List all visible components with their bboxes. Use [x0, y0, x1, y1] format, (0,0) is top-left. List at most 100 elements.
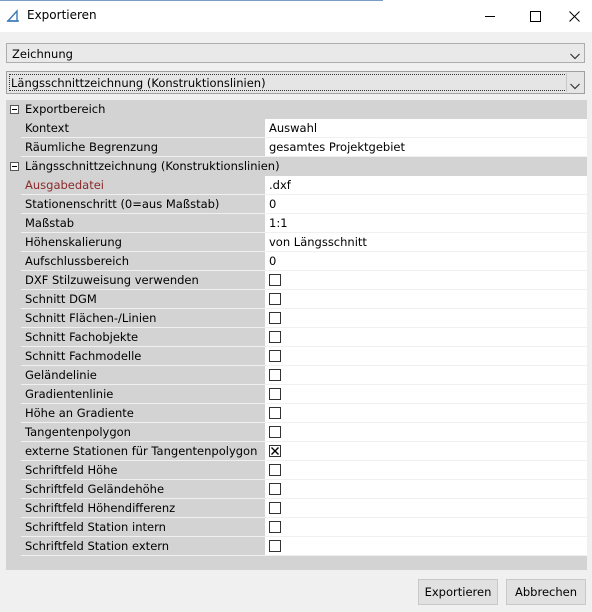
minimize-button[interactable] — [467, 0, 513, 32]
row-separator — [21, 555, 587, 556]
property-value-cell — [265, 499, 587, 517]
property-row-raeumliche-begrenzung[interactable]: Räumliche Begrenzung gesamtes Projektgeb… — [6, 138, 587, 157]
property-value[interactable]: 0 — [265, 252, 587, 270]
property-row-schnitt-flaechen-linien[interactable]: Schnitt Flächen-/Linien — [6, 309, 587, 328]
property-value[interactable]: Auswahl — [265, 119, 587, 137]
property-value[interactable]: 1:1 — [265, 214, 587, 232]
property-name: externe Stationen für Tangentenpolygon — [21, 442, 265, 460]
property-row-schriftfeld-hoehe[interactable]: Schriftfeld Höhe — [6, 461, 587, 480]
property-value-cell — [265, 366, 587, 384]
property-value-cell — [265, 480, 587, 498]
property-name: Gradientenlinie — [21, 385, 265, 403]
property-name: Kontext — [21, 119, 265, 137]
export-button[interactable]: Exportieren — [418, 579, 498, 605]
category-laengsschnittzeichnung[interactable]: Längsschnittzeichnung (Konstruktionslini… — [6, 157, 587, 176]
checkbox[interactable] — [269, 407, 281, 419]
property-row-aufschlussbereich[interactable]: Aufschlussbereich 0 — [6, 252, 587, 271]
property-name: Schriftfeld Höhendifferenz — [21, 499, 265, 517]
property-value[interactable]: gesamtes Projektgebiet — [265, 138, 587, 156]
collapse-icon[interactable] — [10, 105, 19, 114]
property-name: Schriftfeld Station intern — [21, 518, 265, 536]
property-name: DXF Stilzuweisung verwenden — [21, 271, 265, 289]
checkbox[interactable] — [269, 540, 281, 552]
checkbox[interactable] — [269, 502, 281, 514]
property-row-schnitt-dgm[interactable]: Schnitt DGM — [6, 290, 587, 309]
checkbox[interactable] — [269, 388, 281, 400]
property-name: Höhe an Gradiente — [21, 404, 265, 422]
checkbox[interactable] — [269, 426, 281, 438]
property-row-massstab[interactable]: Maßstab 1:1 — [6, 214, 587, 233]
property-value[interactable]: .dxf — [265, 176, 587, 194]
collapse-icon[interactable] — [10, 162, 19, 171]
property-name: Räumliche Begrenzung — [21, 138, 265, 156]
property-row-schnitt-fachmodelle[interactable]: Schnitt Fachmodelle — [6, 347, 587, 366]
property-row-ausgabedatei[interactable]: Ausgabedatei .dxf — [6, 176, 587, 195]
property-row-stationenschritt[interactable]: Stationenschritt (0=aus Maßstab) 0 — [6, 195, 587, 214]
property-row-schriftfeld-station-extern[interactable]: Schriftfeld Station extern — [6, 537, 587, 556]
property-name: Höhenskalierung — [21, 233, 265, 251]
checkbox[interactable] — [269, 331, 281, 343]
property-value-cell — [265, 271, 587, 289]
checkbox[interactable] — [269, 350, 281, 362]
property-value-cell — [265, 442, 587, 460]
checkbox[interactable] — [269, 293, 281, 305]
property-row-schriftfeld-gelaendehoehe[interactable]: Schriftfeld Geländehöhe — [6, 480, 587, 499]
minimize-icon — [484, 11, 496, 22]
property-name: Schriftfeld Station extern — [21, 537, 265, 555]
property-value-cell — [265, 518, 587, 536]
property-name: Stationenschritt (0=aus Maßstab) — [21, 195, 265, 213]
property-value[interactable]: von Längsschnitt — [265, 233, 587, 251]
category-exportbereich[interactable]: Exportbereich — [6, 100, 587, 119]
property-name: Schnitt Fachmodelle — [21, 347, 265, 365]
property-row-hoehenskalierung[interactable]: Höhenskalierung von Längsschnitt — [6, 233, 587, 252]
property-value-cell — [265, 290, 587, 308]
property-row-schriftfeld-hoehendifferenz[interactable]: Schriftfeld Höhendifferenz — [6, 499, 587, 518]
checkbox[interactable] — [269, 521, 281, 533]
property-name: Maßstab — [21, 214, 265, 232]
maximize-button[interactable] — [512, 0, 558, 32]
property-name: Schnitt Fachobjekte — [21, 328, 265, 346]
property-row-gradientenlinie[interactable]: Gradientenlinie — [6, 385, 587, 404]
chevron-down-icon — [570, 49, 580, 63]
export-variant-dropdown[interactable]: Längsschnittzeichnung (Konstruktionslini… — [6, 71, 585, 94]
export-type-dropdown[interactable]: Zeichnung — [6, 43, 585, 63]
property-value-cell — [265, 385, 587, 403]
property-value-cell — [265, 309, 587, 327]
property-name: Aufschlussbereich — [21, 252, 265, 270]
property-name: Geländelinie — [21, 366, 265, 384]
property-name: Tangentenpolygon — [21, 423, 265, 441]
property-row-schnitt-fachobjekte[interactable]: Schnitt Fachobjekte — [6, 328, 587, 347]
checkbox[interactable] — [269, 464, 281, 476]
cancel-button[interactable]: Abbrechen — [506, 579, 586, 605]
property-row-kontext[interactable]: Kontext Auswahl — [6, 119, 587, 138]
property-value-cell — [265, 537, 587, 555]
property-value[interactable]: 0 — [265, 195, 587, 213]
checkbox[interactable] — [269, 369, 281, 381]
title-accent-line — [0, 0, 383, 1]
dropdown-arrow-box[interactable] — [566, 73, 583, 92]
close-icon — [569, 10, 580, 22]
checkbox[interactable] — [269, 483, 281, 495]
property-row-externe-stationen[interactable]: externe Stationen für Tangentenpolygon — [6, 442, 587, 461]
check-x-icon — [271, 447, 279, 455]
checkbox[interactable] — [269, 312, 281, 324]
property-row-schriftfeld-station-intern[interactable]: Schriftfeld Station intern — [6, 518, 587, 537]
property-row-gelaendelinie[interactable]: Geländelinie — [6, 366, 587, 385]
chevron-down-icon — [570, 79, 580, 93]
property-grid: Exportbereich Kontext Auswahl Räumliche … — [6, 100, 587, 570]
property-name: Schnitt Flächen-/Linien — [21, 309, 265, 327]
property-name: Schriftfeld Geländehöhe — [21, 480, 265, 498]
maximize-icon — [529, 10, 541, 22]
category-label: Längsschnittzeichnung (Konstruktionslini… — [25, 159, 280, 173]
close-button[interactable] — [557, 0, 592, 32]
window-title: Exportieren — [27, 8, 97, 22]
property-row-hoehe-an-gradiente[interactable]: Höhe an Gradiente — [6, 404, 587, 423]
property-row-dxf-stilzuweisung[interactable]: DXF Stilzuweisung verwenden — [6, 271, 587, 290]
checkbox[interactable] — [269, 274, 281, 286]
property-value-cell — [265, 461, 587, 479]
property-row-tangentenpolygon[interactable]: Tangentenpolygon — [6, 423, 587, 442]
property-name: Schriftfeld Höhe — [21, 461, 265, 479]
export-variant-value: Längsschnittzeichnung (Konstruktionslini… — [11, 76, 266, 90]
category-label: Exportbereich — [25, 102, 106, 116]
checkbox-checked[interactable] — [269, 445, 281, 457]
